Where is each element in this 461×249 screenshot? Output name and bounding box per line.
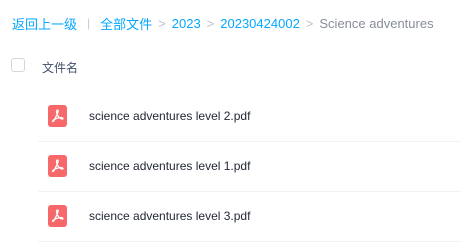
breadcrumb-20230424002[interactable]: 20230424002: [220, 16, 300, 31]
file-row[interactable]: science adventures level 1.pdf: [38, 142, 461, 192]
breadcrumb-separator: >: [305, 15, 314, 31]
file-row[interactable]: science adventures level 3.pdf: [38, 192, 461, 242]
breadcrumb-divider: |: [87, 16, 91, 30]
breadcrumb-separator: >: [206, 15, 215, 31]
filename-column-header[interactable]: 文件名: [42, 59, 78, 76]
pdf-icon: [48, 105, 67, 127]
breadcrumb-separator: >: [158, 15, 166, 31]
file-name[interactable]: science adventures level 3.pdf: [89, 209, 250, 223]
back-link[interactable]: 返回上一级: [12, 14, 77, 33]
breadcrumb-all-files[interactable]: 全部文件: [100, 14, 152, 33]
pdf-icon: [48, 205, 67, 227]
breadcrumb-current: Science adventures: [319, 15, 434, 31]
pdf-icon: [48, 155, 67, 177]
breadcrumb-2023[interactable]: 2023: [172, 16, 201, 31]
breadcrumb: 返回上一级 | 全部文件 > 2023 > 20230424002 > Scie…: [12, 14, 434, 32]
file-name[interactable]: science adventures level 2.pdf: [89, 109, 250, 123]
select-all-checkbox[interactable]: [11, 58, 25, 72]
file-row[interactable]: science adventures level 2.pdf: [38, 92, 461, 142]
file-name[interactable]: science adventures level 1.pdf: [89, 159, 250, 173]
